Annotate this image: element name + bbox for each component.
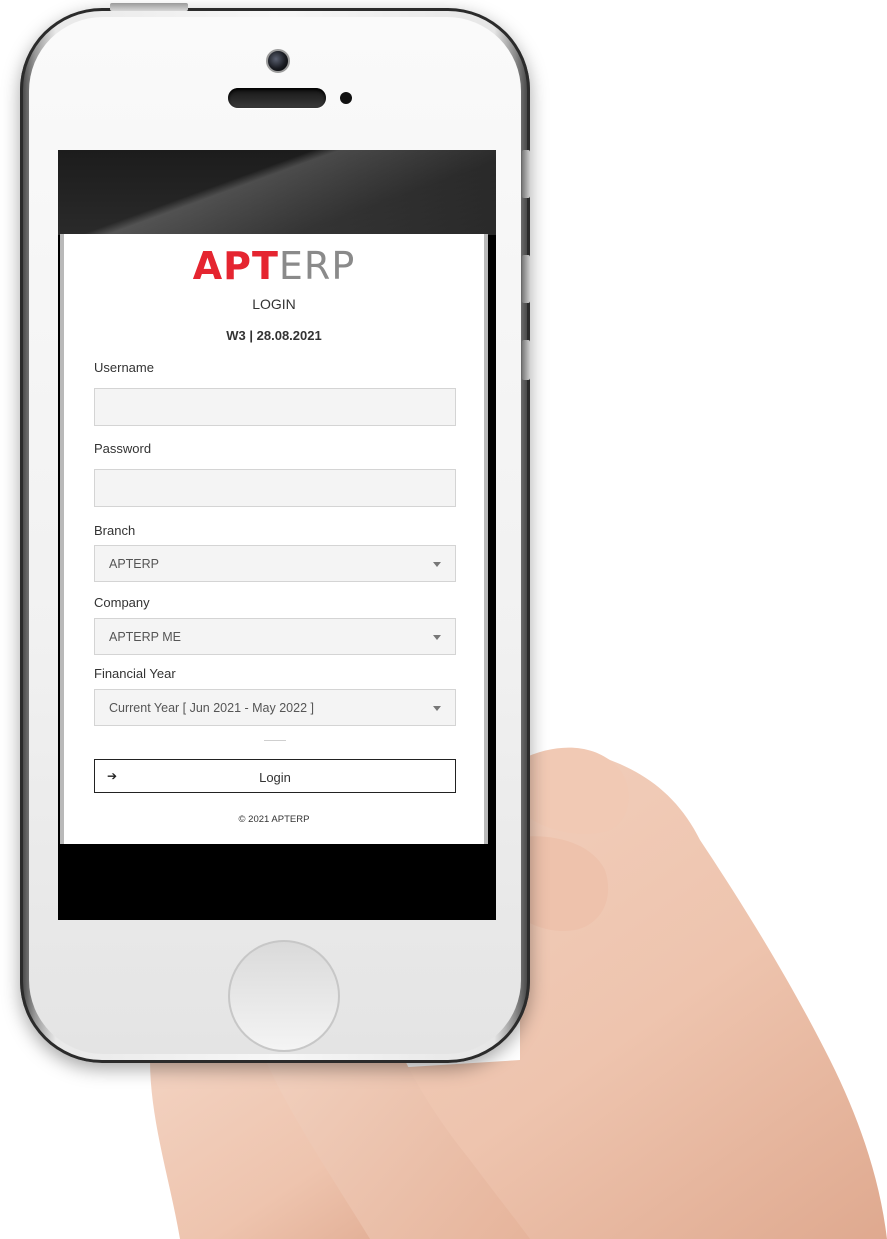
chevron-down-icon: [433, 562, 441, 567]
divider: [264, 740, 286, 741]
front-camera-icon: [266, 49, 290, 73]
mute-switch: [522, 150, 530, 198]
page-title: LOGIN: [252, 296, 296, 312]
screen-glare: [58, 150, 496, 235]
branch-select[interactable]: APTERP: [94, 545, 456, 582]
chevron-down-icon: [433, 635, 441, 640]
company-label: Company: [94, 595, 150, 610]
financial-year-label: Financial Year: [94, 666, 176, 681]
apterp-logo: APTERP: [64, 244, 484, 288]
username-label: Username: [94, 360, 154, 375]
login-button-label: Login: [259, 770, 291, 785]
copyright-text: © 2021 APTERP: [238, 814, 310, 825]
company-select[interactable]: APTERP ME: [94, 618, 456, 655]
login-button[interactable]: ➔ Login: [94, 759, 456, 793]
username-input[interactable]: [94, 388, 456, 426]
financial-year-select[interactable]: Current Year [ Jun 2021 - May 2022 ]: [94, 689, 456, 726]
page-subtitle: W3 | 28.08.2021: [226, 328, 322, 343]
logo-red-part: APT: [192, 244, 279, 288]
logo-grey-part: ERP: [278, 244, 356, 288]
volume-down-button: [522, 340, 530, 380]
earpiece-speaker: [228, 88, 326, 108]
branch-label: Branch: [94, 523, 136, 538]
branch-select-value: APTERP: [109, 557, 160, 571]
proximity-sensor: [340, 92, 352, 104]
financial-year-select-value: Current Year [ Jun 2021 - May 2022 ]: [109, 701, 314, 715]
phone-screen: APTERP LOGIN W3 | 28.08.2021 Username Pa…: [58, 150, 496, 920]
power-button: [110, 3, 188, 11]
login-panel: APTERP LOGIN W3 | 28.08.2021 Username Pa…: [60, 234, 488, 844]
password-input[interactable]: [94, 469, 456, 507]
password-label: Password: [94, 441, 152, 456]
company-select-value: APTERP ME: [109, 630, 182, 644]
home-button: [228, 940, 340, 1052]
volume-up-button: [522, 255, 530, 303]
chevron-down-icon: [433, 706, 441, 711]
